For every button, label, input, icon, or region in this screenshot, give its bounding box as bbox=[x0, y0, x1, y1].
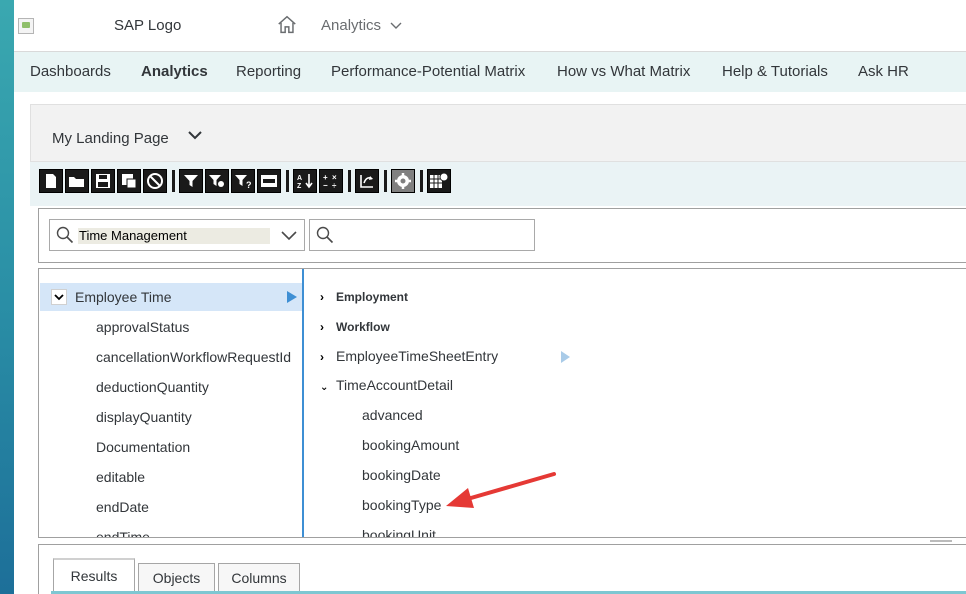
tree-item[interactable]: endTime bbox=[96, 529, 150, 537]
tree-node-employee-timesheet-entry[interactable]: › EmployeeTimeSheetEntry bbox=[320, 348, 498, 364]
nav-dashboards[interactable]: Dashboards bbox=[30, 63, 111, 80]
nav-ask-hr[interactable]: Ask HR bbox=[858, 63, 909, 80]
chevron-right-icon[interactable]: › bbox=[320, 320, 336, 334]
broken-image-icon bbox=[18, 18, 34, 34]
tree-node-time-account-detail[interactable]: ⌄ TimeAccountDetail bbox=[320, 377, 453, 393]
cancel-icon[interactable] bbox=[143, 169, 167, 193]
chevron-down-icon[interactable] bbox=[187, 127, 203, 143]
svg-text:A: A bbox=[297, 175, 302, 182]
filter-help-icon[interactable]: ? bbox=[231, 169, 255, 193]
save-as-icon[interactable] bbox=[117, 169, 141, 193]
chevron-down-icon[interactable] bbox=[280, 228, 298, 244]
home-icon[interactable] bbox=[276, 14, 298, 36]
nav-performance-potential-matrix[interactable]: Performance-Potential Matrix bbox=[331, 63, 525, 80]
chevron-down-icon bbox=[390, 22, 402, 30]
tree-item[interactable]: deductionQuantity bbox=[96, 379, 209, 395]
expand-right-arrow-icon[interactable] bbox=[561, 351, 570, 363]
tree-item[interactable]: Documentation bbox=[96, 439, 190, 455]
nav-help-tutorials[interactable]: Help & Tutorials bbox=[722, 63, 828, 80]
pane-splitter[interactable] bbox=[930, 540, 952, 542]
calculation-icon[interactable]: + × − ÷ bbox=[319, 169, 343, 193]
tree-leaf-booking-type[interactable]: bookingType bbox=[362, 497, 441, 513]
tab-columns[interactable]: Columns bbox=[218, 563, 300, 593]
search-icon bbox=[56, 226, 74, 244]
tree-node-employment[interactable]: › Employment bbox=[320, 289, 408, 304]
expand-right-arrow-icon[interactable] bbox=[287, 291, 297, 303]
nav-how-vs-what-matrix[interactable]: How vs What Matrix bbox=[557, 63, 690, 80]
chevron-right-icon[interactable]: › bbox=[320, 290, 336, 304]
tab-results[interactable]: Results bbox=[53, 558, 135, 593]
universe-combobox[interactable]: Time Management bbox=[49, 219, 305, 251]
results-panel: Results Objects Columns bbox=[38, 544, 966, 594]
svg-text:−: − bbox=[323, 181, 328, 190]
refresh-icon[interactable] bbox=[355, 169, 379, 193]
settings-gear-icon[interactable] bbox=[391, 169, 415, 193]
tree-leaf[interactable]: bookingAmount bbox=[362, 437, 459, 453]
nav-analytics[interactable]: Analytics bbox=[141, 63, 208, 80]
tree-item[interactable]: endDate bbox=[96, 499, 149, 515]
shell-header: SAP Logo Analytics bbox=[14, 0, 966, 52]
sort-icon[interactable]: AZ bbox=[293, 169, 317, 193]
tree-right-pane: › Employment › Workflow › EmployeeTimeSheet… bbox=[306, 269, 966, 537]
chevron-down-icon[interactable]: ⌄ bbox=[320, 382, 336, 393]
svg-text:?: ? bbox=[246, 180, 252, 189]
new-doc-icon[interactable] bbox=[39, 169, 63, 193]
chevron-right-icon[interactable]: › bbox=[320, 350, 336, 364]
filter-settings-icon[interactable] bbox=[205, 169, 229, 193]
toolbar-separator bbox=[172, 170, 175, 192]
tree-leaf[interactable]: bookingUnit bbox=[362, 527, 436, 537]
open-folder-icon[interactable] bbox=[65, 169, 89, 193]
toolbar-separator bbox=[420, 170, 423, 192]
query-toolbar: ? AZ + × − ÷ bbox=[39, 168, 453, 194]
tree-item[interactable]: cancellationWorkflowRequestId bbox=[96, 349, 291, 365]
tree-item[interactable]: displayQuantity bbox=[96, 409, 192, 425]
tree-leaf[interactable]: advanced bbox=[362, 407, 423, 423]
toolbar-separator bbox=[286, 170, 289, 192]
left-edge-strip bbox=[0, 0, 14, 594]
tree-root-label: Employee Time bbox=[75, 289, 172, 305]
tree-node-workflow[interactable]: › Workflow bbox=[320, 319, 390, 334]
app-title-menu[interactable]: Analytics bbox=[321, 17, 402, 34]
chevron-down-icon bbox=[54, 294, 64, 301]
tree-left-pane: Employee Time approvalStatus cancellatio… bbox=[39, 269, 304, 537]
tree-item[interactable]: editable bbox=[96, 469, 145, 485]
app-title-label: Analytics bbox=[321, 17, 382, 34]
landing-page-selector[interactable]: My Landing Page bbox=[52, 130, 169, 147]
search-icon bbox=[316, 226, 334, 244]
toolbar-separator bbox=[384, 170, 387, 192]
landing-page-header: My Landing Page bbox=[30, 104, 966, 162]
filter-icon[interactable] bbox=[179, 169, 203, 193]
main-navbar: Dashboards Analytics Reporting Performan… bbox=[14, 52, 966, 92]
tab-objects[interactable]: Objects bbox=[138, 563, 215, 593]
svg-text:Z: Z bbox=[297, 183, 302, 190]
search-panel: Time Management bbox=[38, 208, 966, 263]
save-icon[interactable] bbox=[91, 169, 115, 193]
tree-item[interactable]: approvalStatus bbox=[96, 319, 189, 335]
chart-table-icon[interactable] bbox=[427, 169, 451, 193]
universe-input[interactable]: Time Management bbox=[78, 228, 270, 244]
logo-alt-text[interactable]: SAP Logo bbox=[114, 17, 181, 34]
nav-reporting[interactable]: Reporting bbox=[236, 63, 301, 80]
svg-text:÷: ÷ bbox=[332, 181, 337, 190]
annotation-arrow bbox=[446, 472, 556, 508]
toolbar-separator bbox=[348, 170, 351, 192]
tree-leaf[interactable]: bookingDate bbox=[362, 467, 441, 483]
prompt-icon[interactable] bbox=[257, 169, 281, 193]
object-search-input[interactable] bbox=[309, 219, 535, 251]
tree-root-employee-time[interactable]: Employee Time bbox=[40, 283, 302, 311]
collapse-toggle[interactable] bbox=[51, 289, 67, 305]
